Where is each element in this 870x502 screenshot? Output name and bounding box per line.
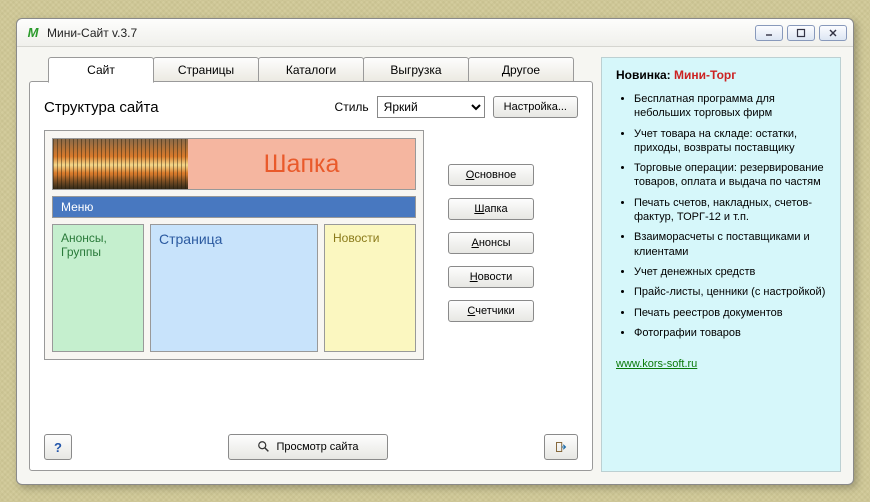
info-item: Печать счетов, накладных, счетов-фактур,…	[634, 196, 828, 225]
btn-counters-rest: четчики	[475, 305, 514, 317]
preview-menu: Меню	[52, 196, 416, 218]
btn-counters[interactable]: Счетчики	[448, 300, 534, 322]
tab-other[interactable]: Другое	[468, 57, 574, 81]
preview-col-announcements: Анонсы, Группы	[52, 224, 144, 352]
preview-site-label: Просмотр сайта	[276, 441, 358, 453]
info-heading: Новинка: Мини-Торг	[616, 68, 828, 82]
titlebar: M Мини-Сайт v.3.7	[17, 19, 853, 47]
info-item: Прайс-листы, ценники (с настройкой)	[634, 285, 828, 299]
btn-news[interactable]: Новости	[448, 266, 534, 288]
info-item: Бесплатная программа для небольших торго…	[634, 92, 828, 121]
info-item: Учет денежных средств	[634, 265, 828, 279]
preview-header: Шапка	[52, 138, 416, 190]
help-button[interactable]: ?	[44, 434, 72, 460]
info-link[interactable]: www.kors-soft.ru	[616, 358, 697, 370]
main-panel: Структура сайта Стиль Яркий Настройка...…	[29, 81, 593, 471]
header-title: Шапка	[188, 139, 415, 189]
exit-icon	[555, 440, 567, 454]
section-buttons: Основное Шапка Анонсы Новости Счетчики	[448, 130, 534, 360]
info-item: Фотографии товаров	[634, 326, 828, 340]
btn-announcements-rest: нонсы	[479, 237, 511, 249]
tab-site[interactable]: Сайт	[48, 57, 154, 83]
header-image	[53, 139, 188, 189]
panel-heading: Структура сайта	[44, 99, 327, 116]
preview-col-news: Новости	[324, 224, 416, 352]
tab-export[interactable]: Выгрузка	[363, 57, 469, 81]
info-novelty-product: Мини-Торг	[674, 68, 736, 82]
preview-col-page: Страница	[150, 224, 318, 352]
tab-catalogs[interactable]: Каталоги	[258, 57, 364, 81]
info-item: Торговые операции: резервирование товаро…	[634, 161, 828, 190]
btn-main-rest: сновное	[474, 169, 516, 181]
app-window: M Мини-Сайт v.3.7 Сайт Страницы Каталоги…	[16, 18, 854, 485]
tab-bar: Сайт Страницы Каталоги Выгрузка Другое	[29, 57, 593, 82]
btn-announcements[interactable]: Анонсы	[448, 232, 534, 254]
maximize-button[interactable]	[787, 25, 815, 41]
site-structure-preview: Шапка Меню Анонсы, Группы Страница Новос…	[44, 130, 424, 360]
info-item: Печать реестров документов	[634, 306, 828, 320]
info-novelty-label: Новинка:	[616, 68, 674, 82]
tab-pages[interactable]: Страницы	[153, 57, 259, 81]
info-item: Взаиморасчеты с поставщиками и клиентами	[634, 230, 828, 259]
style-select[interactable]: Яркий	[377, 96, 485, 118]
window-title: Мини-Сайт v.3.7	[47, 26, 755, 40]
btn-header-rest: апка	[484, 203, 507, 215]
minimize-button[interactable]	[755, 25, 783, 41]
btn-news-rest: овости	[478, 271, 513, 283]
btn-header[interactable]: Шапка	[448, 198, 534, 220]
info-item: Учет товара на складе: остатки, приходы,…	[634, 127, 828, 156]
app-icon: M	[25, 25, 41, 41]
style-label: Стиль	[335, 100, 369, 114]
window-controls	[755, 25, 847, 41]
magnifier-icon	[257, 440, 271, 454]
exit-button[interactable]	[544, 434, 578, 460]
info-panel: Новинка: Мини-Торг Бесплатная программа …	[601, 57, 841, 472]
close-button[interactable]	[819, 25, 847, 41]
preview-site-button[interactable]: Просмотр сайта	[228, 434, 388, 460]
settings-button[interactable]: Настройка...	[493, 96, 578, 118]
info-list: Бесплатная программа для небольших торго…	[616, 92, 828, 340]
btn-main[interactable]: Основное	[448, 164, 534, 186]
